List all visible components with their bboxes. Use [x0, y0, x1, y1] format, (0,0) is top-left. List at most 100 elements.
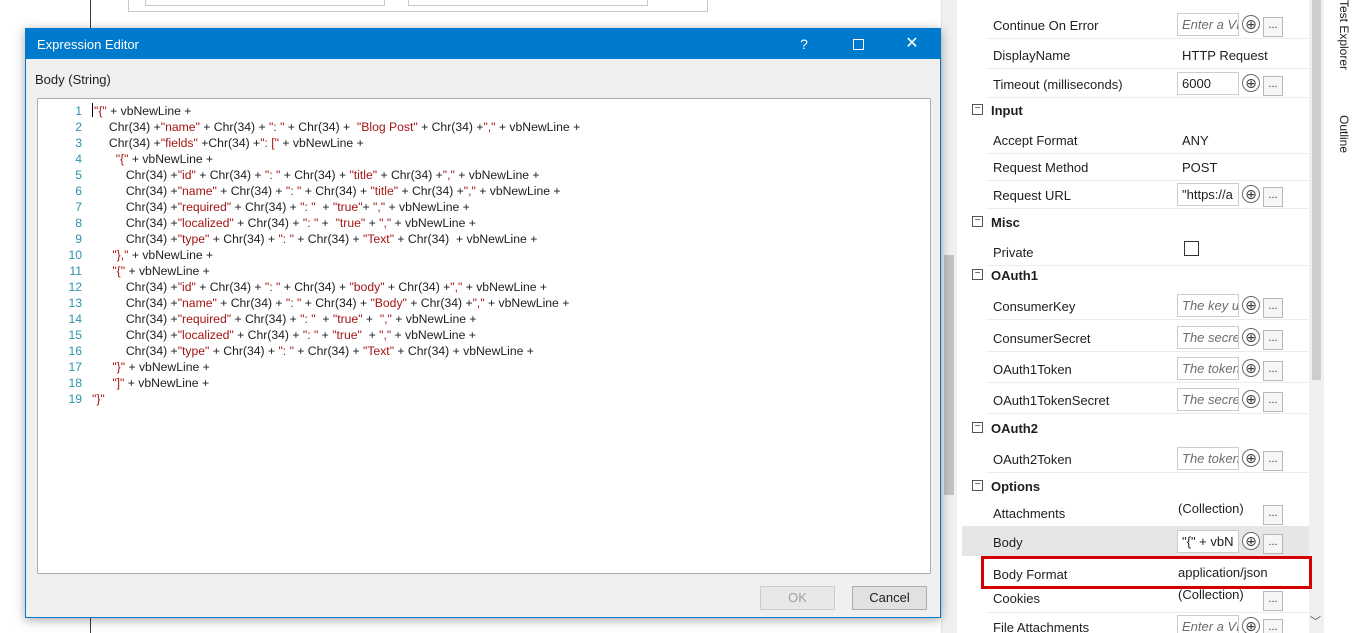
collapse-icon[interactable]: −: [972, 422, 983, 433]
body-input[interactable]: "{" + vbN: [1177, 530, 1239, 553]
line-number: 5: [75, 168, 82, 182]
ellipsis-button[interactable]: ...: [1263, 505, 1283, 525]
prop-consumer-secret[interactable]: ConsumerSecret The secret ⊕ ...: [962, 322, 1310, 352]
code-line[interactable]: 19 "}": [38, 391, 918, 407]
category-oauth2[interactable]: − OAuth2: [962, 416, 1310, 442]
ellipsis-button[interactable]: ...: [1263, 187, 1283, 207]
code-line[interactable]: 2 Chr(34) +"name" + Chr(34) + ": " + Chr…: [38, 119, 918, 135]
scroll-down-icon[interactable]: ﹀: [1310, 613, 1321, 629]
code-line[interactable]: 12 Chr(34) +"id" + Chr(34) + ": " + Chr(…: [38, 279, 918, 295]
plus-icon[interactable]: ⊕: [1242, 449, 1260, 467]
display-name-value[interactable]: HTTP Request: [1182, 48, 1268, 63]
help-button[interactable]: ?: [784, 29, 824, 59]
prop-body[interactable]: Body "{" + vbN ⊕ ...: [962, 526, 1310, 556]
code-line[interactable]: 5 Chr(34) +"id" + Chr(34) + ": " + Chr(3…: [38, 167, 918, 183]
ellipsis-button[interactable]: ...: [1263, 451, 1283, 471]
continue-on-error-input[interactable]: Enter a VB: [1177, 13, 1239, 36]
code-line[interactable]: 13 Chr(34) +"name" + Chr(34) + ": " + Ch…: [38, 295, 918, 311]
close-button[interactable]: ✕: [892, 29, 932, 59]
prop-consumer-key[interactable]: ConsumerKey The key u ⊕ ...: [962, 290, 1310, 320]
plus-icon[interactable]: ⊕: [1242, 15, 1260, 33]
ellipsis-button[interactable]: ...: [1263, 298, 1283, 318]
code-line[interactable]: 16 Chr(34) +"type" + Chr(34) + ": " + Ch…: [38, 343, 918, 359]
oauth1-token-secret-input[interactable]: The secret: [1177, 388, 1239, 411]
dialog-titlebar[interactable]: Expression Editor ? ✕: [26, 29, 940, 59]
tab-test-explorer[interactable]: Test Explorer: [1337, 0, 1351, 70]
request-method-value[interactable]: POST: [1182, 160, 1217, 175]
prop-request-url[interactable]: Request URL "https://a ⊕ ...: [962, 179, 1310, 209]
prop-oauth1-token-secret[interactable]: OAuth1TokenSecret The secret ⊕ ...: [962, 384, 1310, 414]
timeout-input[interactable]: 6000: [1177, 72, 1239, 95]
ellipsis-button[interactable]: ...: [1263, 361, 1283, 381]
attachments-value: (Collection): [1178, 501, 1244, 516]
collapse-icon[interactable]: −: [972, 480, 983, 491]
code-token: Chr(34) +: [92, 184, 178, 198]
ellipsis-button[interactable]: ...: [1263, 534, 1283, 554]
ellipsis-button[interactable]: ...: [1263, 392, 1283, 412]
plus-icon[interactable]: ⊕: [1242, 532, 1260, 550]
code-line[interactable]: 3 Chr(34) +"fields" +Chr(34) +": [" + vb…: [38, 135, 918, 151]
prop-oauth1-token[interactable]: OAuth1Token The token ⊕ ...: [962, 353, 1310, 383]
code-line[interactable]: 11 "{" + vbNewLine +: [38, 263, 918, 279]
collapse-icon[interactable]: −: [972, 269, 983, 280]
collapse-icon[interactable]: −: [972, 104, 983, 115]
prop-accept-format[interactable]: Accept Format ANY: [962, 124, 1310, 154]
code-line[interactable]: 14 Chr(34) +"required" + Chr(34) + ": " …: [38, 311, 918, 327]
code-editor[interactable]: 1 "{" + vbNewLine +2 Chr(34) +"name" + Ch…: [37, 98, 931, 574]
code-line[interactable]: 18 "]" + vbNewLine +: [38, 375, 918, 391]
code-line[interactable]: 9 Chr(34) +"type" + Chr(34) + ": " + Chr…: [38, 231, 918, 247]
oauth1-token-input[interactable]: The token: [1177, 357, 1239, 380]
code-text: Chr(34) +"required" + Chr(34) + ": " + "…: [92, 199, 470, 215]
consumer-secret-input[interactable]: The secret: [1177, 326, 1239, 349]
ok-button[interactable]: OK: [760, 586, 835, 610]
ellipsis-button[interactable]: ...: [1263, 17, 1283, 37]
designer-scroll-thumb[interactable]: [944, 255, 954, 495]
code-line[interactable]: 7 Chr(34) +"required" + Chr(34) + ": " +…: [38, 199, 918, 215]
category-oauth1[interactable]: − OAuth1: [962, 263, 1310, 289]
prop-display-name[interactable]: DisplayName HTTP Request: [962, 39, 1310, 69]
code-token: + Chr(34) + vbNewLine +: [394, 232, 538, 246]
ellipsis-button[interactable]: ...: [1263, 591, 1283, 611]
cancel-button[interactable]: Cancel: [852, 586, 927, 610]
file-attachments-input[interactable]: Enter a VB: [1177, 615, 1239, 633]
ellipsis-button[interactable]: ...: [1263, 619, 1283, 633]
tab-outline[interactable]: Outline: [1337, 115, 1351, 153]
code-line[interactable]: 6 Chr(34) +"name" + Chr(34) + ": " + Chr…: [38, 183, 918, 199]
text-caret: [92, 103, 93, 117]
maximize-button[interactable]: [838, 29, 878, 59]
ellipsis-button[interactable]: ...: [1263, 330, 1283, 350]
prop-file-attachments[interactable]: File Attachments Enter a VB ⊕ ...: [962, 611, 1310, 633]
code-line[interactable]: 1 "{" + vbNewLine +: [38, 103, 918, 119]
code-token: + vbNewLine +: [128, 152, 214, 166]
consumer-key-input[interactable]: The key u: [1177, 294, 1239, 317]
code-line[interactable]: 15 Chr(34) +"localized" + Chr(34) + ": "…: [38, 327, 918, 343]
plus-icon[interactable]: ⊕: [1242, 185, 1260, 203]
prop-attachments[interactable]: Attachments (Collection) ...: [962, 497, 1310, 527]
prop-request-method[interactable]: Request Method POST: [962, 151, 1310, 181]
prop-timeout[interactable]: Timeout (milliseconds) 6000 ⊕ ...: [962, 68, 1310, 98]
private-checkbox[interactable]: [1184, 241, 1199, 256]
code-line[interactable]: 17 "}" + vbNewLine +: [38, 359, 918, 375]
plus-icon[interactable]: ⊕: [1242, 296, 1260, 314]
plus-icon[interactable]: ⊕: [1242, 359, 1260, 377]
prop-continue-on-error[interactable]: Continue On Error Enter a VB ⊕ ...: [962, 9, 1310, 39]
request-url-input[interactable]: "https://a: [1177, 183, 1239, 206]
oauth2-token-input[interactable]: The token: [1177, 447, 1239, 470]
plus-icon[interactable]: ⊕: [1242, 617, 1260, 633]
plus-icon[interactable]: ⊕: [1242, 328, 1260, 346]
string-literal: "type": [177, 344, 210, 358]
prop-oauth2-token[interactable]: OAuth2Token The token ⊕ ...: [962, 443, 1310, 473]
code-line[interactable]: 4 "{" + vbNewLine +: [38, 151, 918, 167]
category-input[interactable]: − Input: [962, 98, 1310, 124]
prop-private[interactable]: Private: [962, 236, 1310, 266]
properties-scroll-thumb[interactable]: [1312, 0, 1321, 380]
plus-icon[interactable]: ⊕: [1242, 390, 1260, 408]
collapse-icon[interactable]: −: [972, 216, 983, 227]
code-line[interactable]: 8 Chr(34) +"localized" + Chr(34) + ": " …: [38, 215, 918, 231]
plus-icon[interactable]: ⊕: [1242, 74, 1260, 92]
category-misc[interactable]: − Misc: [962, 210, 1310, 236]
code-token: + Chr(34) +: [209, 344, 279, 358]
accept-format-value[interactable]: ANY: [1182, 133, 1209, 148]
ellipsis-button[interactable]: ...: [1263, 76, 1283, 96]
code-line[interactable]: 10 "}," + vbNewLine +: [38, 247, 918, 263]
